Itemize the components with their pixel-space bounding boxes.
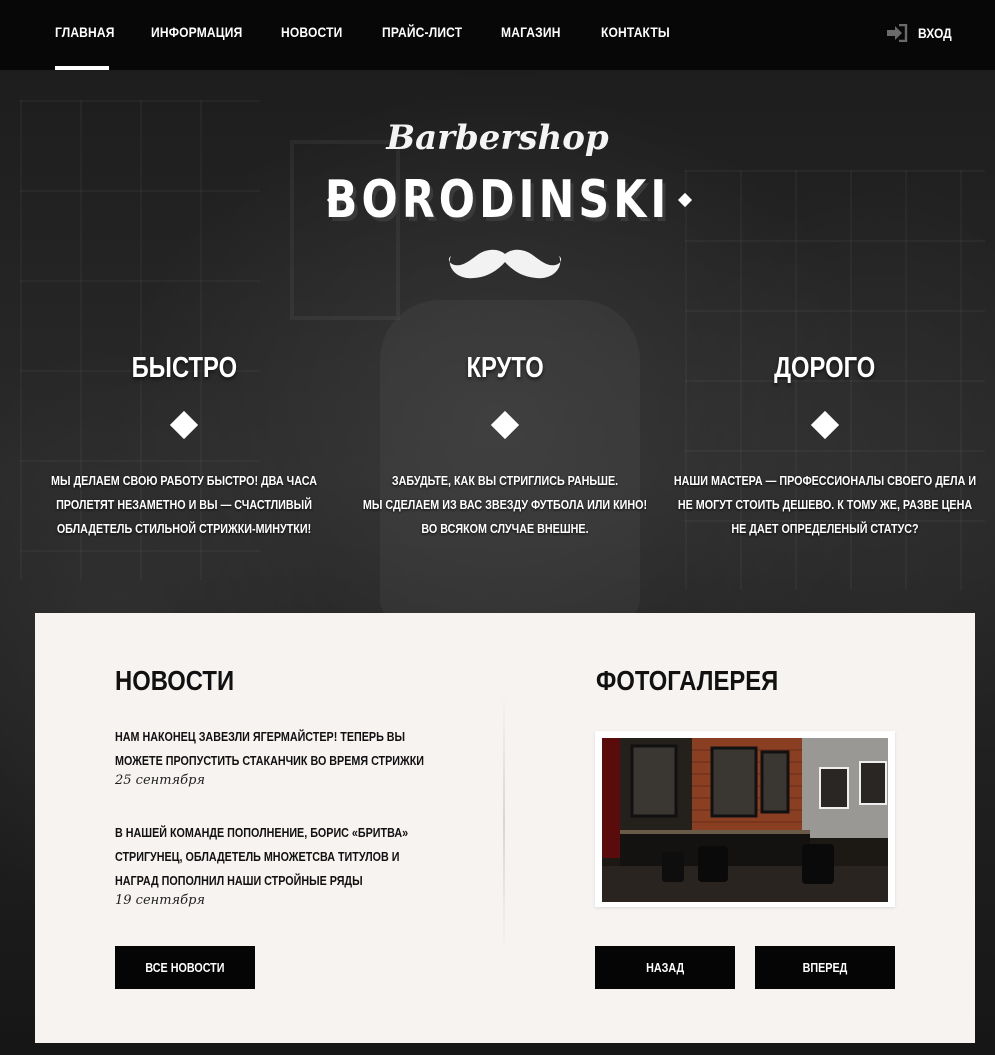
- diamond-icon: [490, 410, 520, 440]
- feature-line: НЕ ДАЕТ ОПРЕДЕЛЕНЫЙ СТАТУС?: [731, 522, 919, 536]
- news-line: НАМ НАКОНЕЦ ЗАВЕЗЛИ ЯГЕРМАЙСТЕР! ТЕПЕРЬ …: [115, 730, 406, 744]
- feature-line: НЕ МОГУТ СТОИТЬ ДЕШЕВО. К ТОМУ ЖЕ, РАЗВЕ…: [677, 498, 973, 512]
- news-section-title: НОВОСТИ: [115, 665, 235, 696]
- feature-line: НАШИ МАСТЕРА — ПРОФЕССИОНАЛЫ СВОЕГО ДЕЛА…: [673, 474, 977, 488]
- nav-item-news[interactable]: НОВОСТИ: [281, 24, 342, 40]
- diamond-icon: [810, 410, 840, 440]
- feature-title: ДОРОГО: [774, 352, 876, 384]
- login-link[interactable]: ВХОД: [886, 24, 957, 42]
- nav-item-home[interactable]: ГЛАВНАЯ: [55, 24, 115, 40]
- active-nav-indicator: [55, 66, 109, 70]
- news-line: НАГРАД ПОПОЛНИЛ НАШИ СТРОЙНЫЕ РЯДЫ: [115, 874, 363, 888]
- logo-title: BORODINSKI: [0, 170, 995, 230]
- feature-description: МЫ ДЕЛАЕМ СВОЮ РАБОТУ БЫСТРО! ДВА ЧАСА П…: [29, 469, 339, 541]
- diamond-icon: [169, 410, 199, 440]
- all-news-button-label: ВСЕ НОВОСТИ: [145, 960, 225, 975]
- mustache-icon: [448, 249, 562, 279]
- nav-item-info[interactable]: ИНФОРМАЦИЯ: [151, 24, 242, 40]
- feature-cool: КРУТО ЗАБУДЬТЕ, КАК ВЫ СТРИГЛИСЬ РАНЬШЕ.…: [345, 352, 665, 541]
- feature-description: НАШИ МАСТЕРА — ПРОФЕССИОНАЛЫ СВОЕГО ДЕЛА…: [670, 469, 980, 541]
- logo-title-text: BORODINSKI: [324, 170, 671, 230]
- all-news-button[interactable]: ВСЕ НОВОСТИ: [115, 946, 255, 989]
- feature-title: КРУТО: [466, 352, 544, 384]
- news-line: СТРИГУНЕЦ, ОБЛАДЕТЕЛЬ МНОЖЕТСВА ТИТУЛОВ …: [115, 850, 400, 864]
- feature-fast: БЫСТРО МЫ ДЕЛАЕМ СВОЮ РАБОТУ БЫСТРО! ДВА…: [24, 352, 344, 541]
- news-text: В НАШЕЙ КОМАНДЕ ПОПОЛНЕНИЕ, БОРИС «БРИТВ…: [115, 821, 442, 893]
- news-date: 19 сентября: [115, 893, 206, 908]
- sign-in-icon: [887, 24, 908, 42]
- feature-line: МЫ СДЕЛАЕМ ИЗ ВАС ЗВЕЗДУ ФУТБОЛА ИЛИ КИН…: [362, 498, 648, 512]
- feature-expensive: ДОРОГО НАШИ МАСТЕРА — ПРОФЕССИОНАЛЫ СВОЕ…: [665, 352, 985, 541]
- column-divider: [503, 693, 505, 953]
- news-text: НАМ НАКОНЕЦ ЗАВЕЗЛИ ЯГЕРМАЙСТЕР! ТЕПЕРЬ …: [115, 725, 442, 773]
- gallery-prev-button[interactable]: НАЗАД: [595, 946, 735, 989]
- feature-line: ЗАБУДЬТЕ, КАК ВЫ СТРИГЛИСЬ РАНЬШЕ.: [391, 474, 619, 488]
- news-line: В НАШЕЙ КОМАНДЕ ПОПОЛНЕНИЕ, БОРИС «БРИТВ…: [115, 826, 409, 840]
- gallery-next-button[interactable]: ВПЕРЕД: [755, 946, 895, 989]
- nav-item-shop[interactable]: МАГАЗИН: [501, 24, 561, 40]
- news-line: МОЖЕТЕ ПРОПУСТИТЬ СТАКАНЧИК ВО ВРЕМЯ СТР…: [115, 754, 425, 768]
- nav-item-contacts[interactable]: КОНТАКТЫ: [601, 24, 670, 40]
- feature-line: ОБЛАДЕТЕЛЬ СТИЛЬНОЙ СТРИЖКИ-МИНУТКИ!: [56, 522, 312, 536]
- login-label: ВХОД: [918, 25, 952, 41]
- news-date: 25 сентября: [115, 773, 206, 788]
- feature-line: МЫ ДЕЛАЕМ СВОЮ РАБОТУ БЫСТРО! ДВА ЧАСА: [51, 474, 317, 488]
- background-frame: [290, 140, 400, 320]
- news-item[interactable]: В НАШЕЙ КОМАНДЕ ПОПОЛНЕНИЕ, БОРИС «БРИТВ…: [115, 821, 445, 908]
- gallery-photo-frame[interactable]: [595, 731, 895, 907]
- feature-line: ВО ВСЯКОМ СЛУЧАЕ ВНЕШНЕ.: [421, 522, 589, 536]
- news-item[interactable]: НАМ НАКОНЕЦ ЗАВЕЗЛИ ЯГЕРМАЙСТЕР! ТЕПЕРЬ …: [115, 725, 445, 788]
- gallery-section-title: ФОТОГАЛЕРЕЯ: [596, 665, 779, 696]
- nav-item-pricelist[interactable]: ПРАЙС-ЛИСТ: [382, 24, 462, 40]
- feature-description: ЗАБУДЬТЕ, КАК ВЫ СТРИГЛИСЬ РАНЬШЕ. МЫ СД…: [350, 469, 660, 541]
- content-panel: НОВОСТИ НАМ НАКОНЕЦ ЗАВЕЗЛИ ЯГЕРМАЙСТЕР!…: [35, 613, 975, 1043]
- top-navigation: ГЛАВНАЯ ИНФОРМАЦИЯ НОВОСТИ ПРАЙС-ЛИСТ МА…: [0, 0, 995, 70]
- feature-title: БЫСТРО: [131, 352, 237, 384]
- logo-script-text: Barbershop: [386, 118, 609, 158]
- gallery-photo: [602, 738, 888, 902]
- gallery-prev-label: НАЗАД: [645, 960, 685, 975]
- gallery-next-label: ВПЕРЕД: [802, 960, 848, 975]
- feature-line: ПРОЛЕТЯТ НЕЗАМЕТНО И ВЫ — СЧАСТЛИВЫЙ: [56, 498, 312, 512]
